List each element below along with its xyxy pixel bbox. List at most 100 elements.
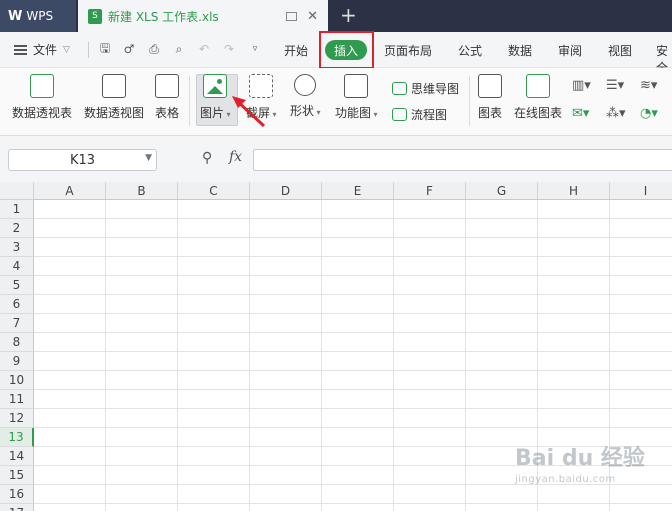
file-menu-label: 文件 bbox=[33, 43, 58, 57]
wps-home-tab[interactable]: W WPS bbox=[0, 0, 76, 32]
tab-view[interactable]: 视图 bbox=[608, 42, 632, 59]
row-header[interactable]: 6 bbox=[0, 295, 34, 314]
format-painter-icon[interactable]: ♂ bbox=[120, 40, 138, 58]
online-chart-icon bbox=[526, 74, 550, 98]
row-header[interactable]: 10 bbox=[0, 371, 34, 390]
row-header[interactable]: 17 bbox=[0, 504, 34, 511]
tab-review[interactable]: 审阅 bbox=[558, 42, 582, 59]
table-label: 表格 bbox=[155, 106, 180, 120]
column-header[interactable]: B bbox=[106, 182, 178, 200]
scatter-chart-icon[interactable]: ⁂▾ bbox=[606, 106, 626, 121]
tab-page-layout[interactable]: 页面布局 bbox=[384, 42, 432, 59]
undo-icon[interactable]: ↶ bbox=[195, 40, 213, 58]
row-header[interactable]: 8 bbox=[0, 333, 34, 352]
column-header[interactable]: C bbox=[178, 182, 250, 200]
column-header[interactable]: G bbox=[466, 182, 538, 200]
print-icon[interactable]: ⎙ bbox=[145, 40, 163, 58]
row-header[interactable]: 13 bbox=[0, 428, 34, 447]
function-icon[interactable]: fx bbox=[229, 149, 242, 165]
divider bbox=[88, 42, 89, 58]
formula-bar: K13 ▼ ⚲ fx bbox=[0, 136, 672, 182]
picture-label: 图片 ▾ bbox=[200, 106, 231, 120]
column-header[interactable]: D bbox=[250, 182, 322, 200]
column-header[interactable]: I bbox=[610, 182, 672, 200]
wps-logo-icon: W bbox=[8, 8, 23, 24]
shape-label: 形状 ▾ bbox=[290, 104, 321, 118]
flowchart-button[interactable]: 流程图 bbox=[392, 106, 447, 123]
save-icon[interactable]: 🖫 bbox=[96, 40, 114, 58]
title-bar: W WPS S 新建 XLS 工作表.xls ✕ + bbox=[0, 0, 672, 32]
picture-button[interactable]: 图片 ▾ bbox=[200, 74, 231, 121]
pivot-chart-button[interactable]: 数据透视图 bbox=[84, 74, 144, 121]
document-tab[interactable]: S 新建 XLS 工作表.xls ✕ bbox=[78, 0, 328, 32]
column-header[interactable]: F bbox=[394, 182, 466, 200]
row-header[interactable]: 3 bbox=[0, 238, 34, 257]
row-header[interactable]: 2 bbox=[0, 219, 34, 238]
mind-map-icon bbox=[392, 82, 407, 95]
customize-toolbar-icon[interactable]: ▿ bbox=[246, 40, 264, 58]
row-header[interactable]: 16 bbox=[0, 485, 34, 504]
shape-button[interactable]: 形状 ▾ bbox=[290, 74, 321, 119]
line-chart-icon[interactable]: ≋▾ bbox=[640, 78, 657, 93]
print-preview-icon[interactable]: ⌕ bbox=[170, 40, 188, 58]
table-button[interactable]: 表格 bbox=[155, 74, 179, 121]
row-header[interactable]: 15 bbox=[0, 466, 34, 485]
row-header[interactable]: 14 bbox=[0, 447, 34, 466]
mind-map-label: 思维导图 bbox=[411, 82, 460, 96]
chart-button[interactable]: 图表 bbox=[478, 74, 502, 121]
formula-input[interactable] bbox=[253, 149, 672, 171]
pivot-chart-label: 数据透视图 bbox=[84, 106, 145, 120]
row-header[interactable]: 7 bbox=[0, 314, 34, 333]
window-mode-icon[interactable] bbox=[286, 11, 298, 21]
row-header[interactable]: 11 bbox=[0, 390, 34, 409]
online-chart-label: 在线图表 bbox=[514, 106, 563, 120]
function-chart-label: 功能图 ▾ bbox=[335, 106, 378, 120]
redo-icon[interactable]: ↷ bbox=[220, 40, 238, 58]
column-chart-icon[interactable]: ▥▾ bbox=[572, 78, 591, 93]
divider bbox=[189, 76, 190, 126]
picture-icon bbox=[203, 74, 228, 98]
function-chart-icon bbox=[344, 74, 369, 98]
pivot-table-label: 数据透视表 bbox=[12, 106, 73, 120]
row-header[interactable]: 12 bbox=[0, 409, 34, 428]
area-chart-icon[interactable]: ✉▾ bbox=[572, 106, 589, 121]
column-header[interactable]: A bbox=[34, 182, 106, 200]
mind-map-button[interactable]: 思维导图 bbox=[392, 80, 459, 97]
column-header[interactable]: H bbox=[538, 182, 610, 200]
chart-label: 图表 bbox=[478, 106, 503, 120]
file-menu[interactable]: 文件 ▽ bbox=[14, 41, 70, 58]
app-name: WPS bbox=[26, 9, 54, 23]
row-header[interactable]: 4 bbox=[0, 257, 34, 276]
tab-home[interactable]: 开始 bbox=[284, 42, 308, 59]
pivot-table-icon bbox=[30, 74, 54, 98]
row-header[interactable]: 9 bbox=[0, 352, 34, 371]
function-chart-button[interactable]: 功能图 ▾ bbox=[335, 74, 378, 121]
tab-data[interactable]: 数据 bbox=[508, 42, 532, 59]
zoom-icon[interactable]: ⚲ bbox=[202, 150, 212, 166]
select-all-corner[interactable] bbox=[0, 182, 34, 200]
online-chart-button[interactable]: 在线图表 bbox=[514, 74, 562, 121]
ribbon-insert: 数据透视表 数据透视图 表格 图片 ▾ 截屏 ▾ 形状 ▾ 功能图 ▾ 思维导图… bbox=[0, 68, 672, 136]
name-box-value: K13 bbox=[69, 152, 96, 168]
column-header[interactable]: E bbox=[322, 182, 394, 200]
bar-chart-icon bbox=[478, 74, 502, 98]
hamburger-icon bbox=[14, 44, 27, 55]
chevron-down-icon: ▼ bbox=[145, 153, 152, 163]
pie-chart-icon[interactable]: ◔▾ bbox=[640, 106, 658, 121]
row-header[interactable]: 5 bbox=[0, 276, 34, 295]
name-box[interactable]: K13 ▼ bbox=[8, 149, 157, 171]
pivot-chart-icon bbox=[102, 74, 126, 98]
close-tab-icon[interactable]: ✕ bbox=[307, 9, 318, 24]
bar-chart-horizontal-icon[interactable]: ☰▾ bbox=[606, 78, 624, 93]
shape-icon bbox=[294, 74, 317, 96]
watermark: Bai du 经验 jingyan.baidu.com bbox=[515, 440, 665, 500]
spreadsheet-icon: S bbox=[88, 8, 102, 24]
insert-tab-highlight bbox=[319, 31, 374, 69]
row-header[interactable]: 1 bbox=[0, 200, 34, 219]
pivot-table-button[interactable]: 数据透视表 bbox=[12, 74, 72, 121]
flowchart-icon bbox=[392, 108, 407, 121]
watermark-url: jingyan.baidu.com bbox=[515, 474, 616, 485]
new-tab-button[interactable]: + bbox=[340, 4, 357, 26]
chevron-down-icon: ▽ bbox=[63, 44, 70, 55]
tab-formulas[interactable]: 公式 bbox=[458, 42, 482, 59]
